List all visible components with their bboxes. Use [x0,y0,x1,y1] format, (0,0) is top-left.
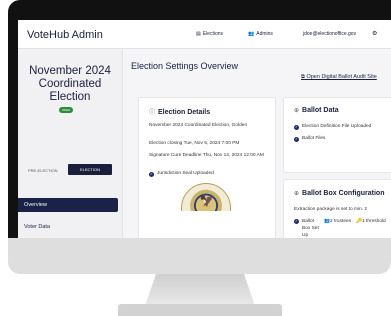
election-title: November 2024 Coordinated Election [29,65,111,103]
ballot-data-item-text: Election Definition File Uploaded [302,124,372,129]
ballot-data-item: ✓ Election Definition File Uploaded [294,123,371,130]
election-details-card: ⓘ Election Details November 2024 Coordina… [138,97,276,238]
threshold-count: 🔑1 threshold [356,218,390,225]
check-circle-icon: ✓ [294,137,299,142]
ballot-data-title: ⊕ Ballot Data [294,107,339,114]
users-icon: 👥 [248,31,255,37]
status-badge: OPEN [59,107,73,113]
gear-icon[interactable]: ⚙ [372,30,377,37]
election-closing: Election closing Tue, Nov 5, 2024 7:00 P… [149,141,240,146]
top-bar: VoteHub Admin ▤ Elections 👥 Admins jdoe@el… [18,20,391,49]
nav-admins[interactable]: 👥 Admins [248,31,273,37]
ballot-data-item: ✓ Ballot Files [294,135,325,142]
open-audit-site-link[interactable]: ⧉ Open Digital Ballot Audit Site [301,74,377,81]
ballot-data-title-text: Ballot Data [302,107,339,114]
seal-status: ✓ Jurisdiction Seal Uploaded [149,170,267,177]
ballot-box-setup: ✓ Ballot Box Set Up [294,218,320,238]
election-details-title-text: Election Details [158,109,211,116]
page-title: Election Settings Overview [131,61,239,71]
info-icon: ⓘ [149,110,156,116]
monitor-stand-neck [145,274,255,306]
trustees-count: 👥2 trustees [324,218,352,225]
tab-pre-election[interactable]: PRE-ELECTION [28,168,58,173]
monitor-stand-foot [118,304,282,316]
ballot-data-item-text: Ballot Files [302,136,326,141]
check-circle-icon: ✓ [149,172,154,177]
external-link-icon: ⧉ [301,74,305,80]
election-name: November 2024 Coordinated Election, Gold… [149,123,248,128]
main-content: Election Settings Overview ⧉ Open Digita… [123,49,391,238]
user-email[interactable]: jdoe@electionoffice.gov [303,31,356,37]
monitor-chin [8,238,391,274]
signature-cure-deadline: Signature Cure Deadline Thu, Nov 14, 202… [149,153,264,158]
ballot-box-title: ⊕ Ballot Box Configuration [294,190,384,197]
check-circle-icon: ✓ [294,125,299,130]
ballot-box-icon: ▤ [196,31,201,37]
app-brand[interactable]: VoteHub Admin [27,29,103,41]
trustees-count-text: 2 trustees [329,219,352,224]
sidebar: November 2024 Coordinated Election OPEN … [18,49,123,238]
audit-link-label: Open Digital Ballot Audit Site [306,74,377,80]
ballot-data-card: ⊕ Ballot Data ✓ Election Definition File U… [283,97,391,173]
ballot-box-icon: ⊕ [294,191,300,197]
tab-election[interactable]: ELECTION [68,164,112,175]
sidebar-item-overview[interactable]: Overview [18,198,118,212]
check-circle-icon: ✓ [294,219,299,224]
jurisdiction-seal-image: 🦅 [181,183,231,211]
nav-elections-label: Elections [202,31,224,37]
seal-status-text: Jurisdiction Seal Uploaded [157,171,214,176]
threshold-count-text: 1 threshold [361,219,386,224]
ballot-box-title-text: Ballot Box Configuration [302,190,385,197]
ballot-box-setup-text: Ballot Box Set Up [302,219,319,238]
nav-elections[interactable]: ▤ Elections [196,31,223,37]
extraction-package-note: Extraction package is set to min. 2 [294,207,368,212]
app-screen: VoteHub Admin ▤ Elections 👥 Admins jdoe@el… [18,20,391,238]
nav-admins-label: Admins [256,31,273,37]
ballot-box-card: ⊕ Ballot Box Configuration Extraction pac… [283,179,391,238]
election-details-title: ⓘ Election Details [149,107,210,116]
ballot-icon: ⊕ [294,108,300,114]
sidebar-item-voter-data[interactable]: Voter Data [24,224,50,230]
